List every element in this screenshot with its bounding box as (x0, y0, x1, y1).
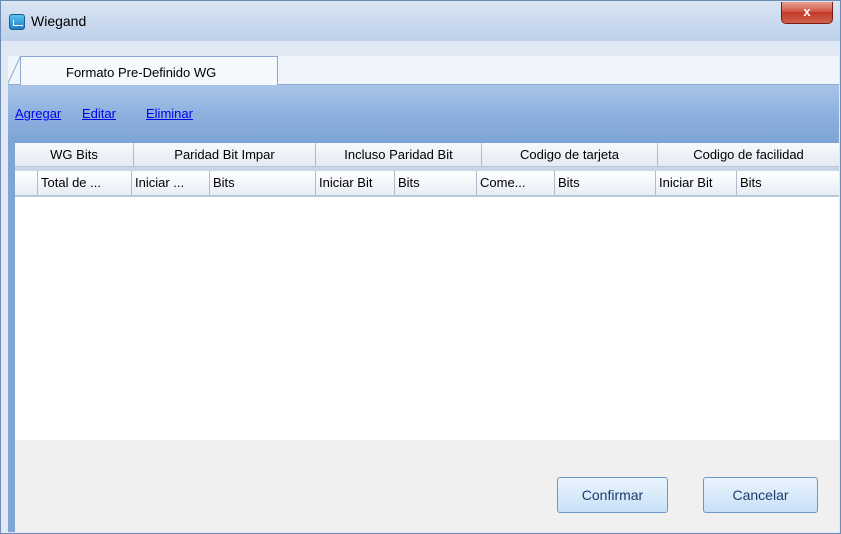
toolbar (8, 85, 839, 143)
column-header-even-bits[interactable]: Bits (394, 171, 476, 195)
window-title: Wiegand (31, 13, 87, 29)
edit-link[interactable]: Editar (82, 106, 116, 121)
delete-link[interactable]: Eliminar (146, 106, 193, 121)
table-column-header: Total de ... Iniciar ... Bits Iniciar Bi… (15, 171, 839, 197)
column-header-card-start[interactable]: Come... (476, 171, 554, 195)
column-header-facility-bits[interactable]: Bits (736, 171, 839, 195)
column-header-card-bits[interactable]: Bits (554, 171, 655, 195)
column-header-odd-start[interactable]: Iniciar ... (131, 171, 209, 195)
group-header-odd-parity[interactable]: Paridad Bit Impar (133, 143, 315, 166)
close-button[interactable]: x (781, 2, 833, 24)
group-header-even-parity[interactable]: Incluso Paridad Bit (315, 143, 481, 166)
column-header-even-start[interactable]: Iniciar Bit (315, 171, 394, 195)
group-header-facility-code[interactable]: Codigo de facilidad (657, 143, 839, 166)
confirm-button[interactable]: Confirmar (557, 477, 668, 513)
app-icon (9, 14, 25, 30)
column-header-facility-start[interactable]: Iniciar Bit (655, 171, 736, 195)
group-header-wg-bits[interactable]: WG Bits (15, 143, 133, 166)
cancel-button[interactable]: Cancelar (703, 477, 818, 513)
table-group-header: WG Bits Paridad Bit Impar Incluso Parida… (15, 143, 839, 167)
column-header-total[interactable]: Total de ... (37, 171, 131, 195)
title-bar[interactable]: Wiegand x (1, 1, 840, 41)
group-header-card-code[interactable]: Codigo de tarjeta (481, 143, 657, 166)
column-header-odd-bits[interactable]: Bits (209, 171, 315, 195)
add-link[interactable]: Agregar (15, 106, 61, 121)
tab-predefined-format-label[interactable]: Formato Pre-Definido WG (66, 65, 216, 80)
panel-left-edge (8, 143, 15, 532)
